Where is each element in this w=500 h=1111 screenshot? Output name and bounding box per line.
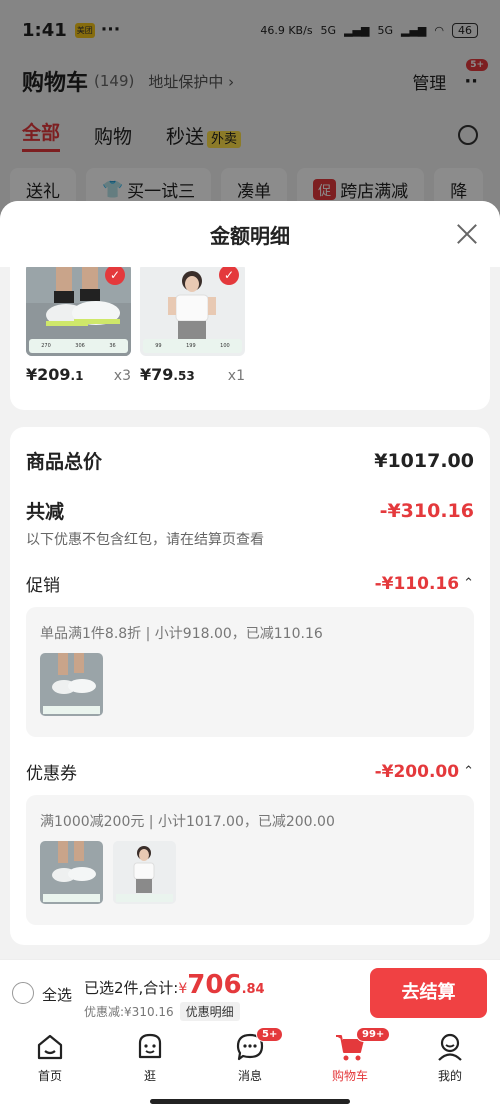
strip-value: 306 <box>75 343 85 349</box>
face-icon <box>138 1033 162 1059</box>
promo-value: -¥110.16 <box>374 573 460 594</box>
person-icon <box>438 1033 462 1061</box>
reduce-value: -¥310.16 <box>379 499 474 522</box>
total-amount-dec: .84 <box>241 982 265 997</box>
product-price-row: ¥79.53 x1 <box>140 365 245 384</box>
total-yen: ¥ <box>178 981 188 997</box>
nav-home-label: 首页 <box>37 1069 62 1083</box>
messages-badge: 5+ <box>256 1027 284 1042</box>
product-price-row: ¥209.1 x3 <box>26 365 131 384</box>
coupon-value: -¥200.00 <box>374 761 460 782</box>
select-all-label[interactable]: 全选 <box>42 984 72 1005</box>
home-indicator <box>150 1099 350 1104</box>
coupon-product-thumb <box>40 841 103 904</box>
product-price-decimal: .1 <box>70 369 84 383</box>
coupon-label: 优惠券 <box>26 764 77 784</box>
promo-label: 促销 <box>26 576 60 596</box>
product-price-main: ¥209 <box>26 365 71 384</box>
strip-value: 100 <box>220 343 230 349</box>
reduce-note: 以下优惠不包含红包，请在结算页查看 <box>26 532 264 548</box>
strip-value: 270 <box>41 343 51 349</box>
product-item[interactable]: ✓ 270 306 36 ¥209.1 x3 <box>26 267 131 384</box>
chevron-up-icon: ⌃ <box>463 576 474 591</box>
selected-text: 已选2件,合计: <box>84 979 179 997</box>
product-qty: x3 <box>113 368 131 384</box>
price-strip: 99 199 100 <box>143 339 242 353</box>
sneakers-thumb-image <box>40 653 103 716</box>
promo-detail-box: 单品满1件8.8折 | 小计918.00，已减110.16 <box>26 607 474 737</box>
checkout-bar: 全选 已选2件,合计: ¥ 706 .84 优惠减:¥310.16 优惠明细 去… <box>0 959 500 1025</box>
promo-product-thumb <box>40 653 103 716</box>
close-icon[interactable] <box>454 221 480 247</box>
product-qty: x1 <box>227 368 245 384</box>
checkout-button[interactable]: 去结算 <box>370 968 487 1018</box>
discount-text: 优惠减:¥310.16 <box>84 1005 174 1019</box>
product-item[interactable]: ✓ 99 199 100 ¥79.53 x1 <box>140 267 245 384</box>
nav-messages-label: 消息 <box>237 1069 262 1083</box>
nav-profile-label: 我的 <box>437 1069 462 1083</box>
chevron-up-icon: ⌃ <box>463 764 474 779</box>
total-value: ¥1017.00 <box>374 449 474 472</box>
coupon-detail-text: 满1000减200元 | 小计1017.00，已减200.00 <box>40 814 335 830</box>
tshirt-thumb-image <box>113 841 176 904</box>
sneakers-thumb-image <box>40 841 103 904</box>
select-all-radio[interactable] <box>12 982 34 1004</box>
discount-detail-button[interactable]: 优惠明细 <box>179 1002 240 1021</box>
strip-value: 99 <box>155 343 162 349</box>
total-label: 商品总价 <box>26 451 103 473</box>
home-icon <box>37 1034 63 1060</box>
promo-detail-text: 单品满1件8.8折 | 小计918.00，已减110.16 <box>40 626 323 642</box>
product-image-shoes: ✓ 270 306 36 <box>26 267 131 356</box>
strip-value: 36 <box>109 343 116 349</box>
product-price: ¥79.53 <box>140 365 195 384</box>
nav-home[interactable]: 首页 <box>0 1025 100 1111</box>
amount-detail-card: 商品总价 ¥1017.00 共减 -¥310.16 以下优惠不包含红包，请在结算… <box>10 427 490 945</box>
sheet-title: 金额明细 <box>210 223 290 248</box>
sheet-header: 金额明细 <box>0 201 500 267</box>
strip-value: 199 <box>186 343 196 349</box>
promo-row[interactable]: 促销 -¥110.16 ⌃ <box>26 571 474 597</box>
nav-browse-label: 逛 <box>143 1069 156 1083</box>
total-row: 商品总价 ¥1017.00 <box>26 447 474 474</box>
reduce-label: 共减 <box>26 501 65 523</box>
price-strip: 270 306 36 <box>29 339 128 353</box>
coupon-detail-box: 满1000减200元 | 小计1017.00，已减200.00 <box>26 795 474 925</box>
product-price-main: ¥79 <box>140 365 174 384</box>
product-price-decimal: .53 <box>173 369 195 383</box>
nav-cart-label: 购物车 <box>331 1069 368 1083</box>
discount-line: 优惠减:¥310.16 优惠明细 <box>84 1002 240 1021</box>
cart-badge: 99+ <box>356 1027 391 1042</box>
nav-profile[interactable]: 我的 <box>400 1025 500 1111</box>
selected-products-card: ✓ 270 306 36 ¥209.1 x3 ✓ 99 199 100 ¥79.… <box>10 267 490 410</box>
order-summary: 已选2件,合计: ¥ 706 .84 <box>84 970 265 1000</box>
product-image-tshirt: ✓ 99 199 100 <box>140 267 245 356</box>
amount-detail-sheet: 金额明细 ✓ 270 306 36 ¥209.1 x3 ✓ 99 199 100… <box>0 201 500 959</box>
reduce-row: 共减 -¥310.16 <box>26 497 474 524</box>
coupon-product-thumb <box>113 841 176 904</box>
coupon-row[interactable]: 优惠券 -¥200.00 ⌃ <box>26 759 474 785</box>
total-amount-int: 706 <box>187 970 242 1000</box>
product-price: ¥209.1 <box>26 365 83 384</box>
